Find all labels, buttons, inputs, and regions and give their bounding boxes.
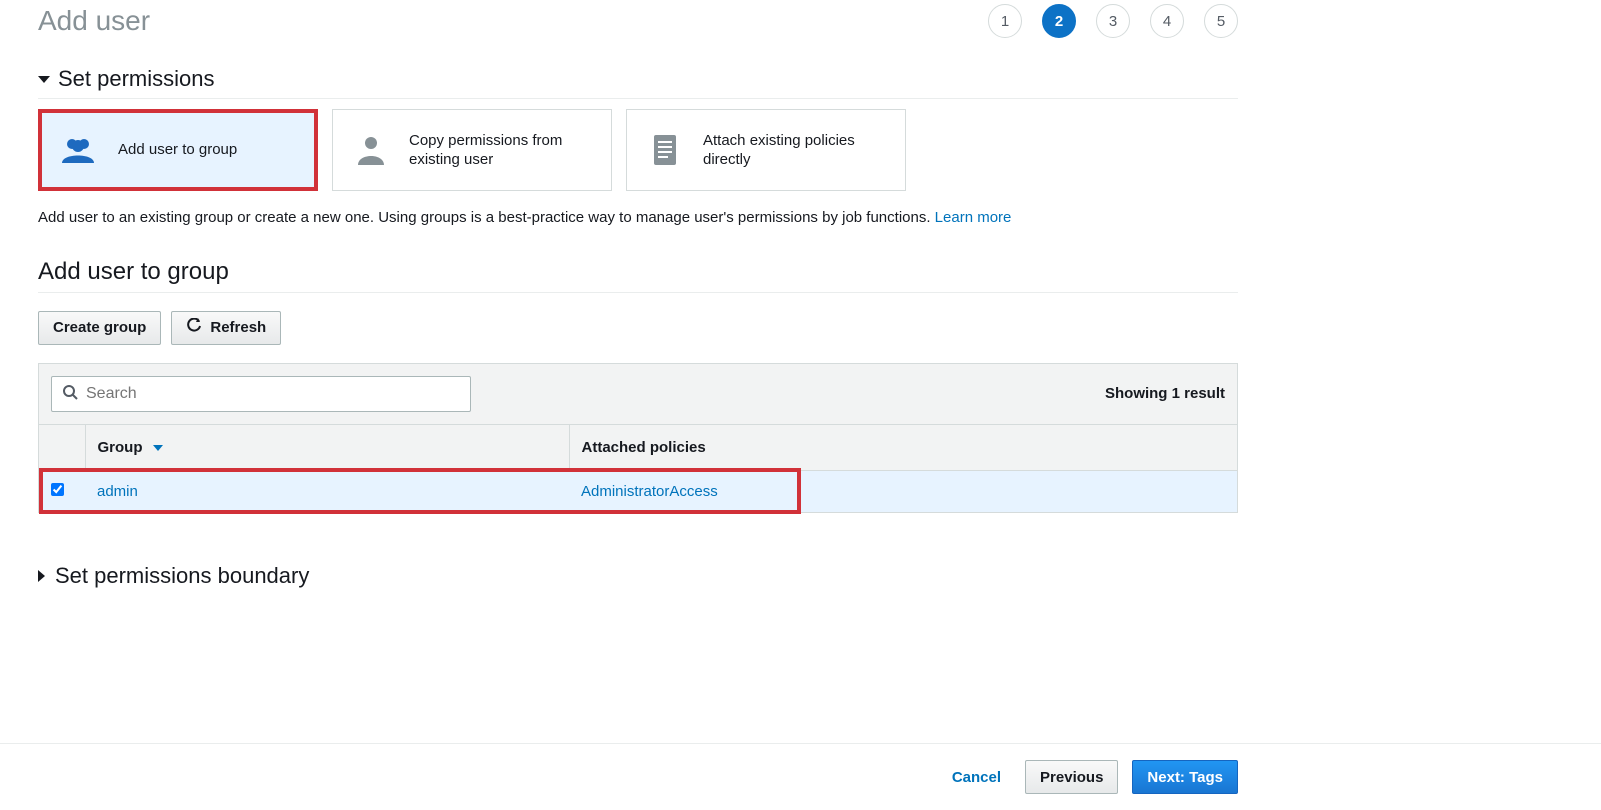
groups-table-container: Showing 1 result Group Attached policies (38, 363, 1238, 513)
results-count: Showing 1 result (1105, 385, 1225, 402)
column-group[interactable]: Group (85, 425, 569, 471)
permissions-hint-text: Add user to an existing group or create … (38, 209, 935, 226)
wizard-step-3[interactable]: 3 (1096, 4, 1130, 38)
table-row[interactable]: admin AdministratorAccess (39, 470, 1237, 512)
set-permissions-title: Set permissions (58, 66, 215, 92)
group-name-link[interactable]: admin (97, 483, 138, 500)
search-icon (62, 384, 78, 403)
wizard-step-1[interactable]: 1 (988, 4, 1022, 38)
next-button[interactable]: Next: Tags (1132, 760, 1238, 794)
column-checkbox (39, 425, 85, 471)
page-title: Add user (38, 5, 150, 37)
row-checkbox[interactable] (51, 483, 64, 496)
column-policies[interactable]: Attached policies (569, 425, 1237, 471)
wizard-step-2[interactable]: 2 (1042, 4, 1076, 38)
tile-attach-policies-label: Attach existing policies directly (703, 131, 873, 170)
set-permissions-header[interactable]: Set permissions (38, 66, 1238, 92)
tile-attach-policies[interactable]: Attach existing policies directly (626, 109, 906, 191)
column-group-label: Group (98, 439, 143, 456)
caret-right-icon (38, 570, 45, 582)
refresh-icon (186, 318, 202, 338)
footer: Cancel Previous Next: Tags (0, 743, 1601, 810)
permissions-hint: Add user to an existing group or create … (38, 207, 1238, 230)
caret-down-icon (38, 76, 50, 83)
search-box[interactable] (51, 376, 471, 412)
permission-mode-tiles: Add user to group Copy permissions from … (38, 98, 1238, 191)
create-group-button[interactable]: Create group (38, 311, 161, 345)
tile-add-user-to-group[interactable]: Add user to group (38, 109, 318, 191)
group-panel-title: Add user to group (38, 258, 1238, 293)
permissions-boundary-title: Set permissions boundary (55, 563, 309, 589)
refresh-button[interactable]: Refresh (171, 311, 281, 345)
wizard-step-5[interactable]: 5 (1204, 4, 1238, 38)
groups-table: Group Attached policies admin Administra… (39, 425, 1237, 512)
permissions-boundary-header[interactable]: Set permissions boundary (38, 563, 1238, 589)
tile-copy-permissions[interactable]: Copy permissions from existing user (332, 109, 612, 191)
refresh-button-label: Refresh (210, 319, 266, 336)
sort-caret-icon (153, 445, 163, 451)
wizard-steps: 1 2 3 4 5 (988, 4, 1238, 38)
search-input[interactable] (86, 385, 460, 403)
document-icon (643, 133, 687, 167)
tile-copy-permissions-label: Copy permissions from existing user (409, 131, 579, 170)
group-icon (58, 135, 102, 165)
policy-link[interactable]: AdministratorAccess (581, 483, 718, 500)
previous-button[interactable]: Previous (1025, 760, 1118, 794)
tile-add-user-to-group-label: Add user to group (118, 140, 237, 160)
cancel-button[interactable]: Cancel (942, 769, 1011, 786)
learn-more-link[interactable]: Learn more (935, 209, 1012, 226)
person-icon (349, 133, 393, 167)
wizard-step-4[interactable]: 4 (1150, 4, 1184, 38)
